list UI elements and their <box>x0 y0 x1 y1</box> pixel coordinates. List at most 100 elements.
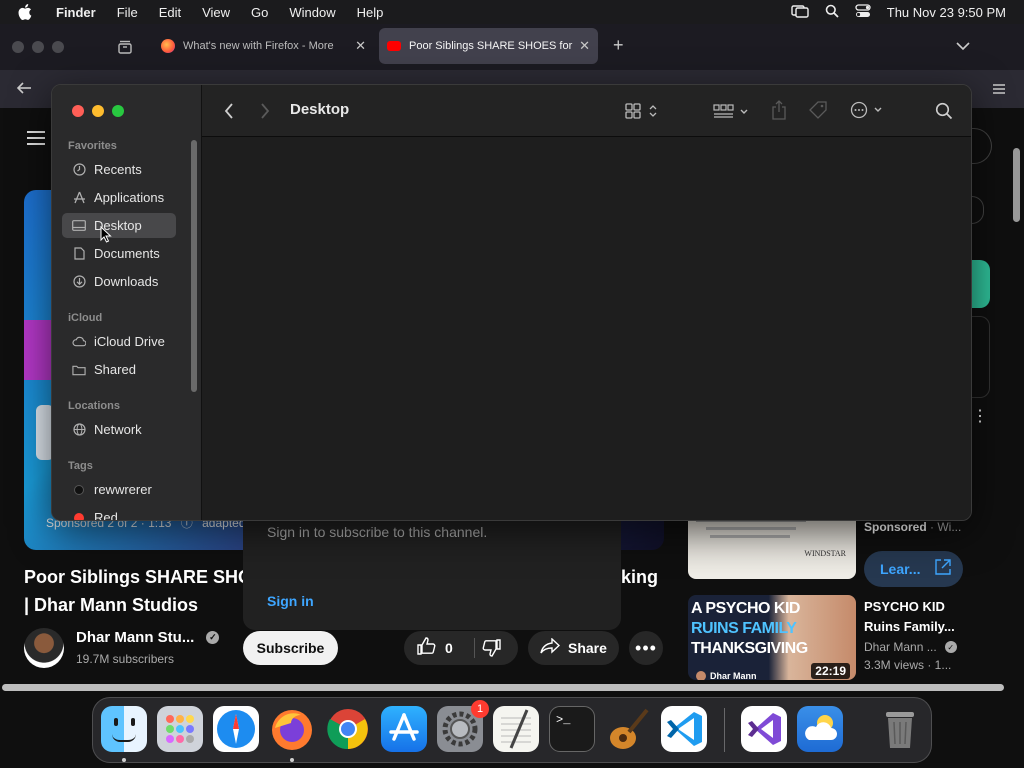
share-arrow-icon <box>540 636 561 659</box>
sidebar-section-favorites: Favorites <box>68 140 117 152</box>
sidebar-section-icloud: iCloud <box>68 312 103 324</box>
sidebar-item-network[interactable]: Network <box>62 417 176 442</box>
finder-minimize-button[interactable] <box>92 105 104 117</box>
menu-window[interactable]: Window <box>289 5 335 20</box>
recommended-title[interactable]: PSYCHO KID Ruins Family... <box>864 597 955 637</box>
forward-chevron-icon[interactable] <box>260 103 270 124</box>
dock-garageband-icon[interactable] <box>605 706 651 752</box>
sidebar-item-shared[interactable]: Shared <box>62 357 176 382</box>
sidebar-item-label: rewwrerer <box>94 482 152 497</box>
finder-toolbar: Desktop <box>202 85 971 137</box>
finder-close-button[interactable] <box>72 105 84 117</box>
close-window-button[interactable] <box>12 41 24 53</box>
subscribe-button[interactable]: Subscribe <box>243 631 338 665</box>
kebab-menu-icon[interactable]: ⋮ <box>972 409 988 425</box>
tag-icon[interactable] <box>808 100 828 125</box>
sidebar-item-tag-rewwrerer[interactable]: rewwrerer <box>62 477 176 502</box>
sidebar-item-label: Red <box>94 510 118 521</box>
menu-edit[interactable]: Edit <box>159 5 181 20</box>
dock-vscode-icon[interactable] <box>661 706 707 752</box>
popup-text: Sign in to subscribe to this channel. <box>267 524 488 540</box>
ad-sponsored: Sponsored · Wi... <box>864 520 962 534</box>
search-icon[interactable] <box>935 102 953 125</box>
zoom-window-button[interactable] <box>52 41 64 53</box>
finder-content-area[interactable] <box>202 137 971 520</box>
like-dislike-group: 0 <box>404 631 518 665</box>
sidebar-item-tag-red[interactable]: Red <box>62 505 176 521</box>
firefox-view-icon[interactable] <box>117 39 133 60</box>
recommended-channel[interactable]: Dhar Mann ... ✓ <box>864 640 957 654</box>
ad-thumbnail[interactable]: WINDSTAR <box>688 513 856 579</box>
share-button[interactable]: Share <box>528 631 619 665</box>
more-actions-button[interactable]: ••• <box>629 631 663 665</box>
like-button[interactable]: 0 <box>404 631 472 665</box>
dock-finder-icon[interactable] <box>101 706 147 752</box>
recommended-meta: 3.3M views · 1... <box>864 658 952 672</box>
tab-title: What's new with Firefox - More <box>183 40 334 52</box>
sidebar-item-documents[interactable]: Documents <box>62 241 176 266</box>
tab-list-chevron-icon[interactable] <box>956 38 970 56</box>
menu-help[interactable]: Help <box>357 5 384 20</box>
sidebar-item-recents[interactable]: Recents <box>62 157 176 182</box>
apple-icon[interactable] <box>18 3 36 21</box>
running-indicator <box>122 758 126 762</box>
sidebar-item-downloads[interactable]: Downloads <box>62 269 176 294</box>
firefox-favicon-icon <box>161 39 175 53</box>
sidebar-scrollbar[interactable] <box>191 140 197 392</box>
globe-icon <box>72 423 86 437</box>
share-icon[interactable] <box>771 100 787 125</box>
tab-title: Poor Siblings SHARE SHOES for <box>409 40 573 52</box>
external-link-icon <box>934 558 952 581</box>
screen-mirroring-icon[interactable] <box>791 4 809 21</box>
dock-launchpad-icon[interactable] <box>157 706 203 752</box>
page-scrollbar[interactable] <box>1013 148 1020 222</box>
hamburger-menu-icon[interactable] <box>26 130 46 151</box>
sign-in-link[interactable]: Sign in <box>267 593 314 609</box>
browser-tab-firefox-news[interactable]: What's new with Firefox - More ✕ <box>153 28 374 64</box>
back-chevron-icon[interactable] <box>224 103 234 124</box>
recommended-video-thumbnail[interactable]: A PSYCHO KID RUINS FAMILY THANKSGIVING D… <box>688 595 856 680</box>
menu-go[interactable]: Go <box>251 5 268 20</box>
close-tab-icon[interactable]: ✕ <box>355 38 366 54</box>
back-arrow-icon[interactable] <box>16 81 32 100</box>
share-label: Share <box>568 640 607 656</box>
mouse-cursor-icon <box>100 225 112 248</box>
dock-app-store-icon[interactable] <box>381 706 427 752</box>
dock-chrome-icon[interactable] <box>325 706 371 752</box>
group-by-icon[interactable] <box>713 102 751 125</box>
sidebar-item-label: Network <box>94 422 142 437</box>
dock-firefox-icon[interactable] <box>269 706 315 752</box>
channel-name[interactable]: Dhar Mann Stu... ✓ <box>76 629 220 646</box>
control-center-icon[interactable] <box>855 3 871 21</box>
dock-trash-icon[interactable] <box>877 706 923 752</box>
finder-zoom-button[interactable] <box>112 105 124 117</box>
video-title: Poor Siblings SHARE SHO | Dhar Mann Stud… <box>24 567 253 615</box>
channel-avatar[interactable] <box>24 628 64 668</box>
sidebar-item-applications[interactable]: Applications <box>62 185 176 210</box>
dock-safari-icon[interactable] <box>213 706 259 752</box>
horizontal-scrollbar[interactable] <box>2 684 1004 691</box>
sidebar-item-icloud-drive[interactable]: iCloud Drive <box>62 329 176 354</box>
dock-terminal-icon[interactable]: >_ <box>549 706 595 752</box>
app-menu-icon[interactable] <box>992 82 1006 100</box>
dock-textedit-icon[interactable] <box>493 706 539 752</box>
close-tab-icon[interactable]: ✕ <box>579 38 590 54</box>
clock-icon <box>72 163 86 177</box>
menu-view[interactable]: View <box>202 5 230 20</box>
new-tab-icon[interactable]: + <box>613 35 624 56</box>
dock-weather-icon[interactable] <box>797 706 843 752</box>
sidebar-item-label: iCloud Drive <box>94 334 165 349</box>
dock-visual-studio-icon[interactable] <box>741 706 787 752</box>
menu-app-name[interactable]: Finder <box>56 5 96 20</box>
thumbs-down-icon[interactable] <box>482 639 502 662</box>
more-actions-ellipsis-icon[interactable] <box>850 101 886 124</box>
learn-more-button[interactable]: Lear... <box>864 551 963 587</box>
icon-view-grid-icon[interactable] <box>625 102 661 125</box>
clock-datetime[interactable]: Thu Nov 23 9:50 PM <box>887 5 1006 20</box>
dock-system-settings-icon[interactable]: 1 <box>437 700 489 752</box>
browser-tab-youtube[interactable]: Poor Siblings SHARE SHOES for ✕ <box>379 28 598 64</box>
minimize-window-button[interactable] <box>32 41 44 53</box>
menu-file[interactable]: File <box>117 5 138 20</box>
sidebar-item-desktop[interactable]: Desktop <box>62 213 176 238</box>
spotlight-search-icon[interactable] <box>825 4 839 21</box>
